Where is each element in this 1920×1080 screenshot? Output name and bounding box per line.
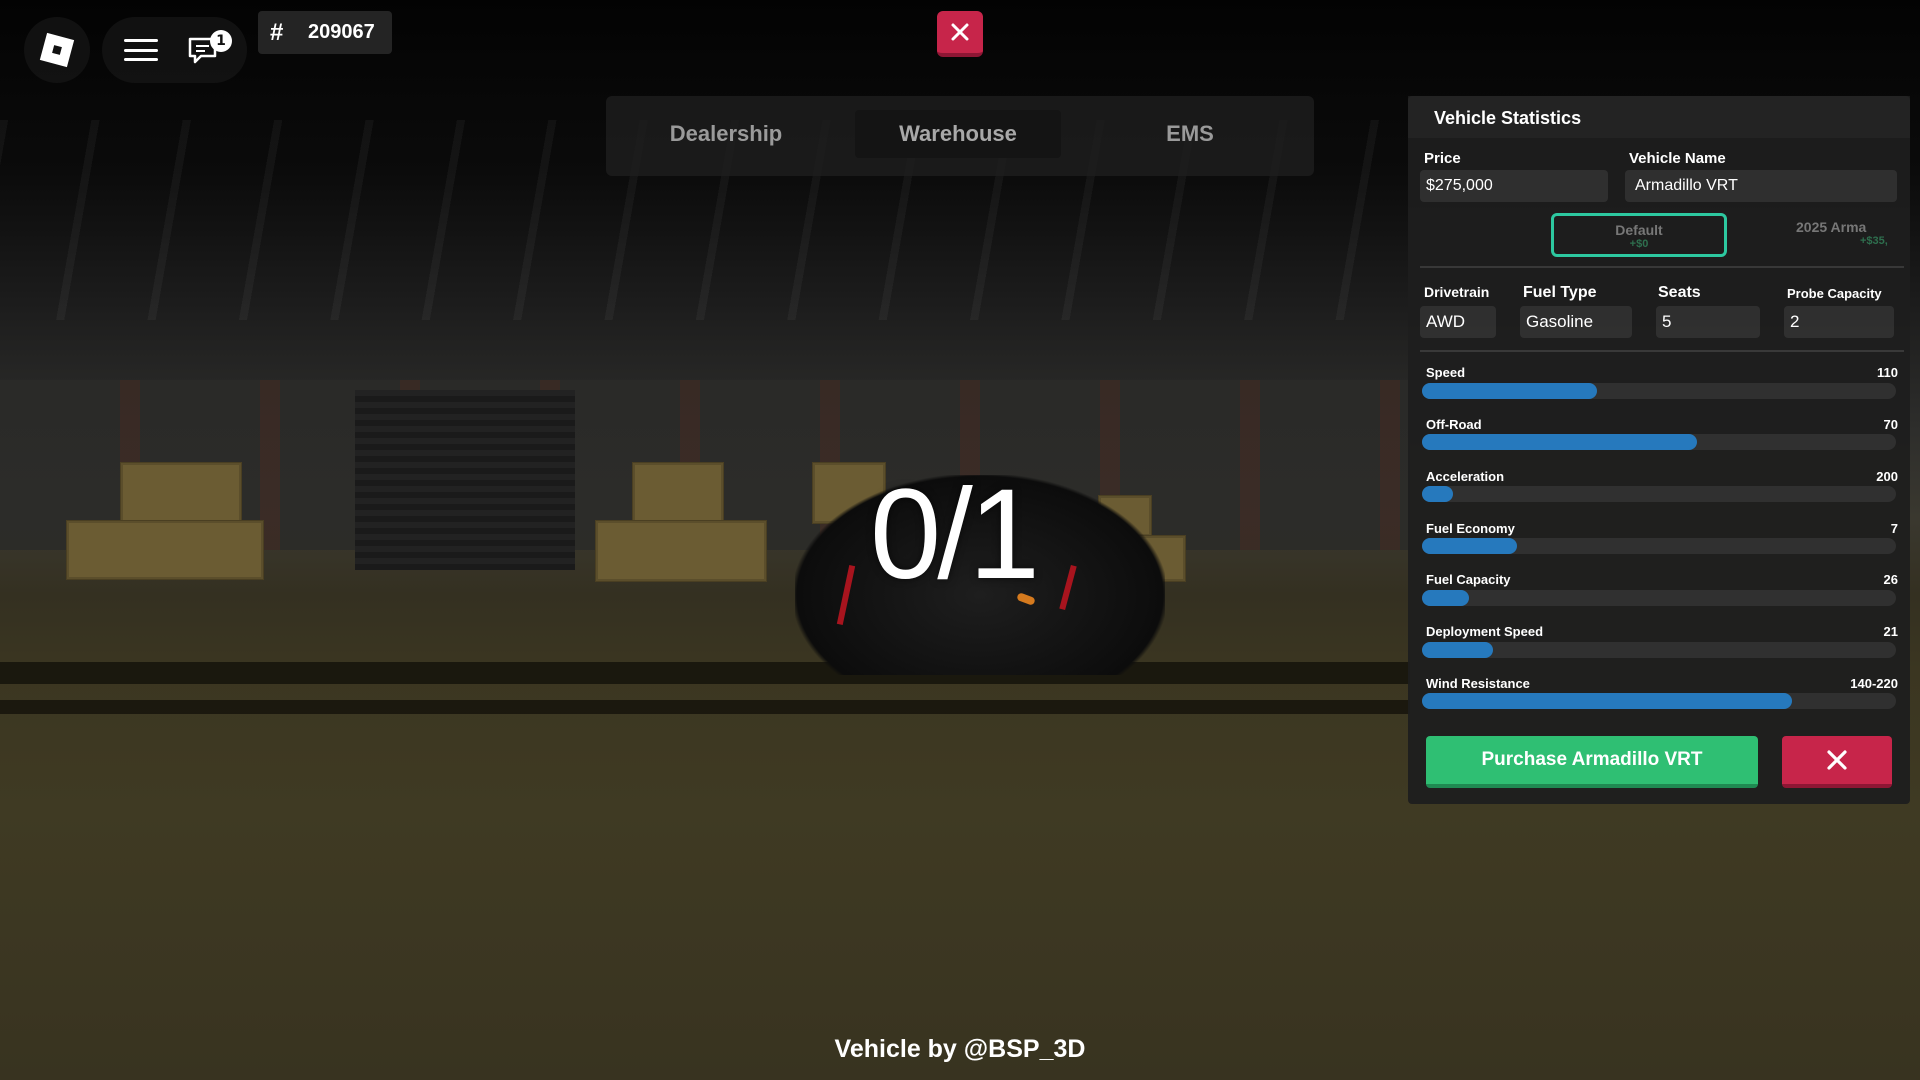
stat-label: Acceleration: [1426, 469, 1505, 484]
variant-price: +$35,: [1860, 235, 1888, 247]
purchase-button[interactable]: Purchase Armadillo VRT: [1426, 736, 1758, 788]
roblox-menu-button[interactable]: [24, 17, 90, 83]
stat-bar-fill: [1422, 642, 1494, 658]
stat-bar: [1422, 538, 1896, 554]
panel-close-button[interactable]: [1782, 736, 1892, 788]
drivetrain-label: Drivetrain: [1424, 284, 1490, 300]
stat-bar: [1422, 486, 1896, 502]
stat-bar: [1422, 383, 1896, 399]
tab-dealership[interactable]: Dealership: [626, 110, 826, 158]
tail-light: [1059, 564, 1077, 611]
price-label: Price: [1424, 150, 1461, 167]
crate: [120, 462, 242, 524]
vehicle-credit: Vehicle by @BSP_3D: [834, 1035, 1086, 1063]
stat-bar: [1422, 434, 1896, 450]
variant-name: 2025 Arma: [1796, 219, 1867, 235]
stat-value: 70: [1883, 417, 1898, 432]
server-number: 209067: [308, 21, 375, 43]
stat-value: 21: [1883, 624, 1898, 639]
stat-value: 110: [1877, 365, 1898, 380]
crate: [595, 520, 767, 582]
stat-bar-fill: [1422, 538, 1517, 554]
vehicle-counter: 0/1: [870, 463, 1040, 606]
fuel-type-label: Fuel Type: [1523, 284, 1597, 301]
stat-label: Deployment Speed: [1426, 624, 1544, 639]
variant-name: Default: [1615, 222, 1663, 238]
vehicle-name-field: Armadillo VRT: [1625, 170, 1897, 202]
variant-price: +$0: [1629, 238, 1649, 250]
stat-bar: [1422, 693, 1896, 709]
close-button[interactable]: [937, 11, 983, 57]
stat-label: Wind Resistance: [1426, 676, 1530, 691]
stat-bar-fill: [1422, 693, 1792, 709]
stat-value: 140-220: [1850, 676, 1898, 691]
vehicle-name-label: Vehicle Name: [1629, 150, 1726, 167]
stat-label: Speed: [1426, 365, 1466, 380]
stat-label: Fuel Economy: [1426, 521, 1515, 536]
probe-capacity-field: 2: [1784, 306, 1894, 338]
stat-value: 7: [1890, 521, 1898, 536]
close-icon: [1827, 750, 1847, 770]
stat-value: 200: [1876, 469, 1898, 484]
stat-bar-fill: [1422, 590, 1470, 606]
seats-label: Seats: [1658, 284, 1701, 301]
floor-shadow: [0, 662, 1410, 684]
divider: [1420, 350, 1904, 352]
tail-light: [836, 565, 856, 625]
stat-label: Fuel Capacity: [1426, 572, 1511, 587]
hud-pill: 1: [102, 17, 247, 83]
hamburger-menu-icon[interactable]: [124, 39, 158, 61]
floor-shadow: [0, 700, 1410, 714]
close-icon: [951, 23, 969, 41]
roblox-logo-icon: [39, 32, 75, 68]
seats-field: 5: [1656, 306, 1760, 338]
drivetrain-field: AWD: [1420, 306, 1496, 338]
price-field: $275,000: [1420, 170, 1608, 202]
tab-warehouse[interactable]: Warehouse: [855, 110, 1061, 158]
variant-2025[interactable]: 2025 Arma +$35,: [1780, 213, 1908, 257]
stat-bar-fill: [1422, 383, 1598, 399]
fuel-type-field: Gasoline: [1520, 306, 1632, 338]
warehouse-door: [355, 390, 575, 570]
panel-title: Vehicle Statistics: [1434, 108, 1582, 128]
server-id-badge: # 209067: [258, 11, 392, 54]
stat-value: 26: [1883, 572, 1898, 587]
hash-icon: #: [270, 18, 284, 46]
stat-label: Off-Road: [1426, 417, 1482, 432]
category-tabs: Dealership Warehouse EMS: [606, 96, 1314, 176]
crate: [632, 462, 724, 524]
probe-capacity-label: Probe Capacity: [1787, 286, 1882, 301]
stat-bar: [1422, 590, 1896, 606]
stat-bar: [1422, 642, 1896, 658]
variant-default[interactable]: Default +$0: [1551, 213, 1727, 257]
tab-ems[interactable]: EMS: [1090, 110, 1290, 158]
vehicle-statistics-panel: Vehicle Statistics Price $275,000 Vehicl…: [1408, 96, 1910, 804]
stat-bar-fill: [1422, 486, 1453, 502]
crate: [66, 520, 264, 580]
stat-bar-fill: [1422, 434, 1697, 450]
chat-badge: 1: [210, 30, 232, 52]
divider: [1420, 266, 1904, 268]
